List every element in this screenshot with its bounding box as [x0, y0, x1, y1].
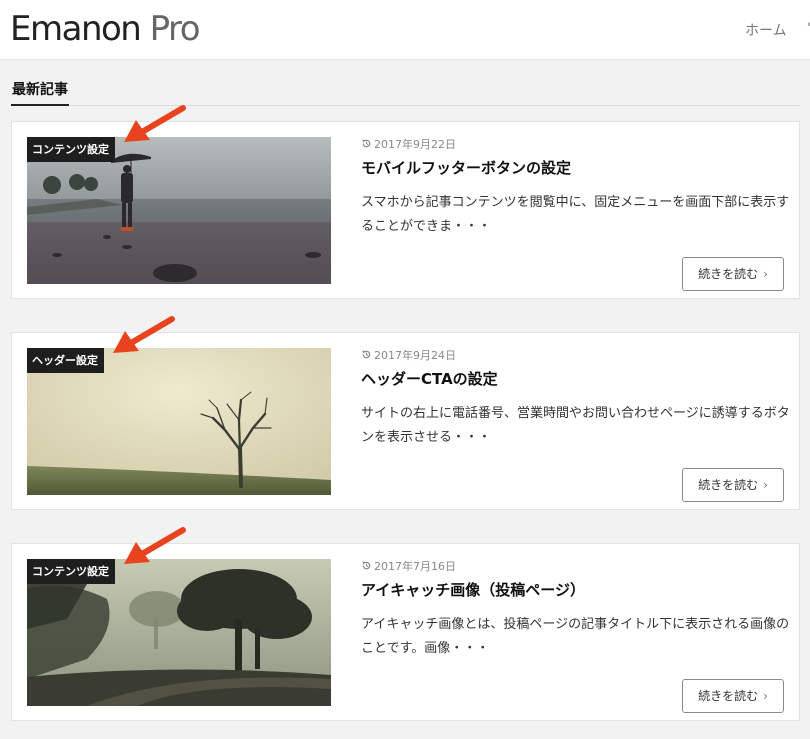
post-title[interactable]: アイキャッチ画像（投稿ページ） [361, 579, 585, 600]
annotation-arrow-icon [124, 527, 186, 564]
post-card[interactable]: コンテンツ設定 2017年9月22日 モバイルフッターボタンの設定 スマホから記… [11, 105, 800, 299]
post-thumbnail[interactable]: コンテンツ設定 [27, 137, 331, 284]
chevron-right-icon: › [763, 478, 768, 492]
site-logo[interactable]: Emanon Pro [10, 9, 201, 49]
post-thumbnail[interactable]: コンテンツ設定 [27, 559, 331, 706]
category-badge[interactable]: コンテンツ設定 [27, 559, 115, 584]
nav-overflow-icon: • [806, 18, 810, 36]
nav-item-home[interactable]: ホーム [745, 20, 787, 40]
clock-refresh-icon [362, 561, 371, 570]
post-card[interactable]: ヘッダー設定 2017年9月24日 ヘッダーCTAの設定 サイトの右上に電話番号… [11, 316, 800, 510]
site-header: Emanon Pro ホーム • [0, 0, 810, 60]
section-header: 最新記事 [11, 70, 800, 106]
post-card[interactable]: コンテンツ設定 2017年7月16日 アイキャッチ画像（投稿ページ） アイキャッ… [11, 527, 800, 721]
post-excerpt: アイキャッチ画像とは、投稿ページの記事タイトル下に表示される画像のことです。画像… [361, 617, 790, 656]
chevron-right-icon: › [763, 267, 768, 281]
category-badge[interactable]: ヘッダー設定 [27, 348, 104, 373]
clock-refresh-icon [362, 139, 371, 148]
annotation-arrow-icon [124, 105, 186, 142]
clock-refresh-icon [362, 350, 371, 359]
post-date: 2017年9月22日 [361, 136, 456, 152]
post-title[interactable]: ヘッダーCTAの設定 [361, 368, 498, 389]
read-more-button[interactable]: 続きを読む › [682, 468, 784, 502]
chevron-right-icon: › [763, 689, 768, 703]
section-title: 最新記事 [11, 79, 69, 106]
post-excerpt: スマホから記事コンテンツを閲覧中に、固定メニューを画面下部に表示することができま… [361, 195, 790, 234]
post-excerpt: サイトの右上に電話番号、営業時間やお問い合わせページに誘導するボタンを表示させる… [361, 406, 790, 445]
read-more-button[interactable]: 続きを読む › [682, 257, 784, 291]
annotation-arrow-icon [113, 316, 175, 353]
post-date: 2017年7月16日 [361, 558, 456, 574]
post-thumbnail[interactable]: ヘッダー設定 [27, 348, 331, 495]
post-date: 2017年9月24日 [361, 347, 456, 363]
category-badge[interactable]: コンテンツ設定 [27, 137, 115, 162]
post-title[interactable]: モバイルフッターボタンの設定 [361, 157, 571, 178]
read-more-button[interactable]: 続きを読む › [682, 679, 784, 713]
